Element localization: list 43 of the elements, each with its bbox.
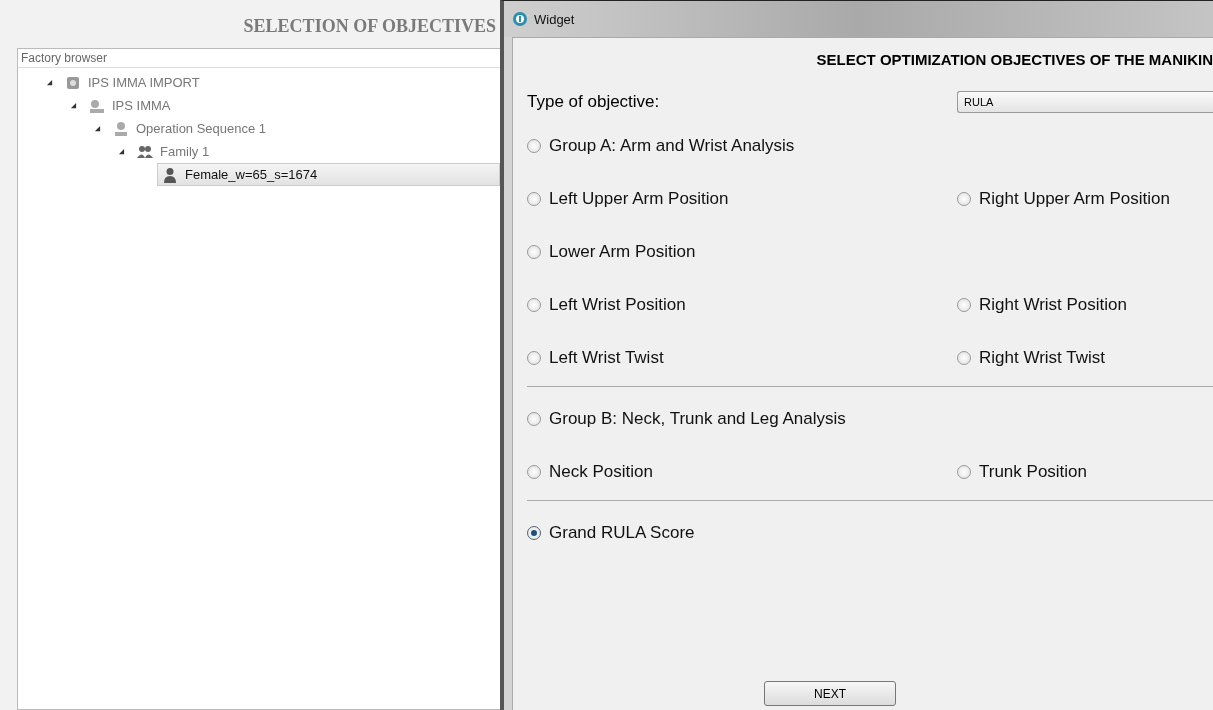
tree-item[interactable]: Operation Sequence 1 [109, 118, 500, 139]
field-label: Type of objective: [527, 92, 661, 112]
radio-button[interactable] [527, 192, 541, 206]
panel-title: Factory browser [18, 49, 500, 68]
expand-arrow-icon[interactable] [46, 79, 53, 86]
tree-item[interactable]: Female_w=65_s=1674 [157, 163, 500, 186]
radio-button[interactable] [527, 245, 541, 259]
next-button[interactable]: NEXT [764, 681, 896, 706]
expand-arrow-icon[interactable] [70, 102, 77, 109]
option-label[interactable]: Right Upper Arm Position [979, 189, 1170, 209]
option-label[interactable]: Left Wrist Position [549, 295, 686, 315]
option-label[interactable]: Neck Position [549, 462, 653, 482]
page-title: SELECTION OF OBJECTIVES [242, 15, 497, 38]
option-label[interactable]: Left Upper Arm Position [549, 189, 729, 209]
radio-button[interactable] [527, 139, 541, 153]
radio-button[interactable] [957, 298, 971, 312]
option-label[interactable]: Right Wrist Position [979, 295, 1127, 315]
radio-button[interactable] [957, 465, 971, 479]
heading: SELECT OPTIMIZATION OBJECTIVES OF THE MANIKIN [815, 50, 1213, 68]
radio-button[interactable] [957, 192, 971, 206]
people-icon [137, 143, 153, 160]
expand-arrow-icon[interactable] [118, 148, 125, 155]
tree-item[interactable]: IPS IMMA [85, 95, 500, 116]
tree-item[interactable]: Family 1 [133, 141, 500, 162]
option-label[interactable]: Trunk Position [979, 462, 1088, 482]
option-label[interactable]: Group B: Neck, Trunk and Leg Analysis [549, 409, 846, 429]
radio-button[interactable] [527, 412, 541, 426]
option-label[interactable]: Group A: Arm and Wrist Analysis [549, 136, 795, 156]
factory-icon [65, 74, 81, 91]
radio-button[interactable] [527, 465, 541, 479]
tree-item[interactable]: IPS IMMA IMPORT [61, 72, 500, 93]
option-label[interactable]: Right Wrist Twist [979, 348, 1105, 368]
radio-button[interactable] [527, 298, 541, 312]
option-label[interactable]: Grand RULA Score [549, 523, 695, 543]
option-label[interactable]: Left Wrist Twist [549, 348, 664, 368]
option-label[interactable]: Lower Arm Position [549, 242, 696, 262]
radio-button[interactable] [527, 526, 541, 540]
radio-button[interactable] [527, 351, 541, 365]
radio-button[interactable] [957, 351, 971, 365]
objective-dropdown[interactable]: RULA [957, 91, 1213, 113]
window-title: Widget [534, 11, 575, 27]
expand-arrow-icon[interactable] [94, 125, 101, 132]
person-icon [162, 166, 178, 183]
